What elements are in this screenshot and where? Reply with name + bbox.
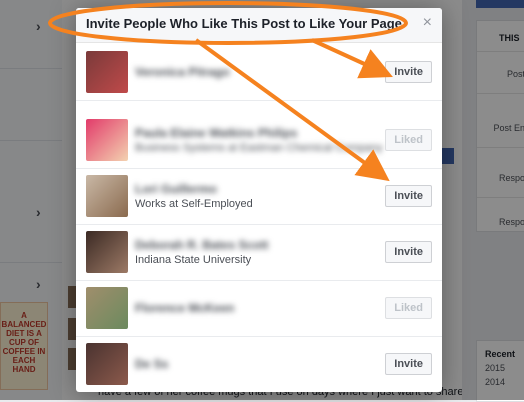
close-icon[interactable]: × (423, 14, 432, 32)
avatar-photo (86, 119, 128, 161)
avatar[interactable] (86, 287, 128, 329)
person-name[interactable]: De Ss (135, 357, 168, 371)
person-subtitle: Indiana State University (135, 254, 252, 266)
invite-dialog: Veronica Pitrago Invite Paula Elaine Watki… (76, 8, 442, 392)
person-subtitle: Works at Self-Employed (135, 198, 253, 210)
person-row: Lori Guillermo Works at Self-Employed Invi… (76, 168, 442, 225)
person-row: Florence McKeen Liked (76, 280, 442, 337)
liked-button: Liked (385, 297, 432, 319)
liked-button: Liked (385, 129, 432, 151)
avatar[interactable] (86, 119, 128, 161)
person-row: De Ss Invite (76, 336, 442, 392)
person-name[interactable]: Paula Elaine Watkins Philips (135, 126, 297, 140)
person-row: Deborah R. Bates Scott Indiana State Univ… (76, 224, 442, 281)
avatar[interactable] (86, 343, 128, 385)
avatar-photo (86, 343, 128, 385)
avatar[interactable] (86, 231, 128, 273)
dialog-title: Invite People Who Like This Post to Like… (86, 16, 402, 31)
person-row: Paula Elaine Watkins Philips Business Sys… (76, 112, 442, 169)
invite-button[interactable]: Invite (385, 353, 432, 375)
person-subtitle: Business Systems at Eastman Chemical Com… (135, 142, 383, 154)
avatar[interactable] (86, 175, 128, 217)
invite-button[interactable]: Invite (385, 61, 432, 83)
avatar-photo (86, 175, 128, 217)
avatar-photo (86, 51, 128, 93)
invite-button[interactable]: Invite (385, 185, 432, 207)
avatar-photo (86, 287, 128, 329)
avatar[interactable] (86, 51, 128, 93)
person-name[interactable]: Florence McKeen (135, 301, 234, 315)
person-row: Veronica Pitrago Invite (76, 44, 442, 101)
dialog-header: Invite People Who Like This Post to Like… (76, 8, 442, 43)
invite-button[interactable]: Invite (385, 241, 432, 263)
person-name[interactable]: Veronica Pitrago (135, 65, 230, 79)
person-name[interactable]: Lori Guillermo (135, 182, 217, 196)
avatar-photo (86, 231, 128, 273)
person-name[interactable]: Deborah R. Bates Scott (135, 238, 268, 252)
